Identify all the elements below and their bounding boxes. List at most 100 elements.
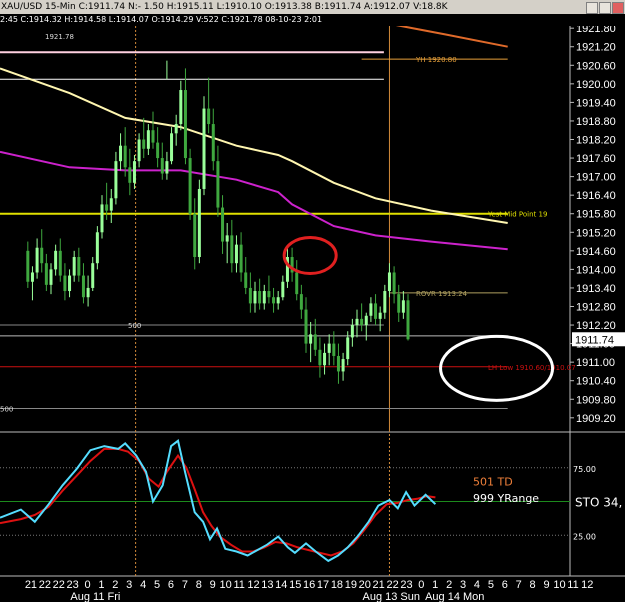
hour-label: 21 [25, 579, 37, 591]
hour-label: 13 [261, 579, 273, 591]
maximize-icon[interactable] [599, 2, 611, 14]
candle-body [374, 303, 378, 319]
candle-body [276, 297, 280, 304]
candle-body [378, 312, 382, 319]
candle-body [183, 90, 187, 159]
price-tick-label: 1921.80 [576, 26, 616, 35]
stoch-k-line [0, 439, 437, 563]
candle-body [272, 297, 276, 304]
candle-body [151, 130, 155, 143]
candle-body [63, 275, 67, 292]
hour-label: 7 [516, 579, 522, 591]
hour-label: 19 [345, 579, 357, 591]
hour-label: 5 [154, 579, 160, 591]
close-icon[interactable] [612, 2, 624, 14]
candle-body [309, 334, 313, 344]
candle-body [258, 291, 262, 304]
candle-body [364, 315, 368, 326]
price-tick-label: 1918.80 [576, 116, 616, 128]
candle-body [299, 294, 303, 310]
candle-body [132, 161, 136, 183]
candle-body [341, 359, 345, 372]
hour-label: 3 [460, 579, 466, 591]
hour-label: 16 [303, 579, 315, 591]
annotation-label: 500 [128, 322, 141, 330]
hour-label: 2 [446, 579, 452, 591]
candle-body [392, 272, 396, 295]
price-tick-label: 1915.20 [576, 227, 616, 239]
candle-body [262, 291, 266, 304]
hour-label: 6 [168, 579, 174, 591]
hour-label: 22 [39, 579, 51, 591]
candle-body [248, 287, 252, 304]
hour-label: 10 [553, 579, 565, 591]
candle-body [40, 247, 44, 264]
candle-body [336, 355, 340, 372]
level-label: LH Low 1910.60/1910.07 [488, 364, 576, 372]
minimize-icon[interactable] [586, 2, 598, 14]
hour-label: 1 [432, 579, 438, 591]
hour-label: 0 [84, 579, 90, 591]
candle-body [68, 275, 72, 292]
candle-body [160, 158, 164, 174]
candle-body [146, 130, 150, 149]
price-tick-label: 1920.60 [576, 60, 616, 72]
candle-body [267, 291, 271, 298]
candle-body [100, 204, 104, 233]
candle-body [369, 303, 373, 316]
candle-body [91, 263, 95, 288]
price-tick-label: 1917.00 [576, 172, 616, 184]
hour-label: 9 [210, 579, 216, 591]
hour-label: 4 [140, 579, 146, 591]
candle-body [327, 343, 331, 353]
candle-body [244, 272, 248, 288]
candle-body [174, 124, 178, 134]
candle-body [105, 204, 109, 211]
hour-label: 15 [289, 579, 301, 591]
candle-body [202, 108, 206, 189]
candle-body [35, 247, 39, 273]
last-price-label: 1911.74 [575, 334, 614, 346]
hour-label: 0 [418, 579, 424, 591]
price-tick-label: 1911.00 [576, 357, 615, 369]
candle-body [355, 318, 359, 326]
price-tick-label: 1919.40 [576, 97, 616, 109]
osc-label-sto: STO 34, [575, 496, 622, 510]
candle-body [128, 167, 132, 183]
price-chart: YH 1920.80 Yest Mid Point 19 ROVR 1913.24 L… [0, 26, 625, 602]
window-title: XAU/USD 15-Min C:1911.74 N:- 1.50 H:1915… [1, 2, 448, 12]
hour-label: 12 [581, 579, 593, 591]
candle-body [207, 108, 211, 125]
candle-body [179, 90, 183, 125]
ma-yellow-line [0, 67, 508, 224]
price-tick-label: 1913.40 [576, 283, 616, 295]
price-tick-label: 1921.20 [576, 42, 616, 54]
hour-label: 17 [317, 579, 329, 591]
chart-toolbar: XAU/USD 15-Min C:1911.74 N:- 1.50 H:1915… [0, 0, 625, 14]
candle-body [346, 337, 350, 360]
candle-body [49, 269, 53, 285]
candle-body [323, 352, 327, 366]
candle-body [332, 343, 336, 356]
price-tick-label: 1909.20 [576, 413, 616, 425]
candle-body [137, 139, 141, 162]
hour-label: 9 [543, 579, 549, 591]
level-label: YH 1920.80 [415, 56, 457, 64]
hour-label: 22 [386, 579, 398, 591]
price-tick-label: 1909.80 [576, 394, 616, 406]
candle-body [230, 235, 234, 264]
candle-body [109, 198, 113, 211]
price-tick-label: 1912.20 [576, 320, 616, 332]
hour-label: 18 [331, 579, 343, 591]
level-label: Yest Mid Point 19 [487, 211, 547, 219]
candle-body [360, 318, 364, 326]
hour-label: 22 [53, 579, 65, 591]
candle-body [211, 124, 215, 162]
candle-body [318, 349, 322, 366]
candle-body [44, 263, 48, 285]
price-tick-label: 1918.20 [576, 135, 616, 147]
candle-body [72, 257, 76, 276]
hour-label: 4 [474, 579, 480, 591]
candle-body [401, 300, 405, 313]
candle-body [86, 287, 90, 298]
